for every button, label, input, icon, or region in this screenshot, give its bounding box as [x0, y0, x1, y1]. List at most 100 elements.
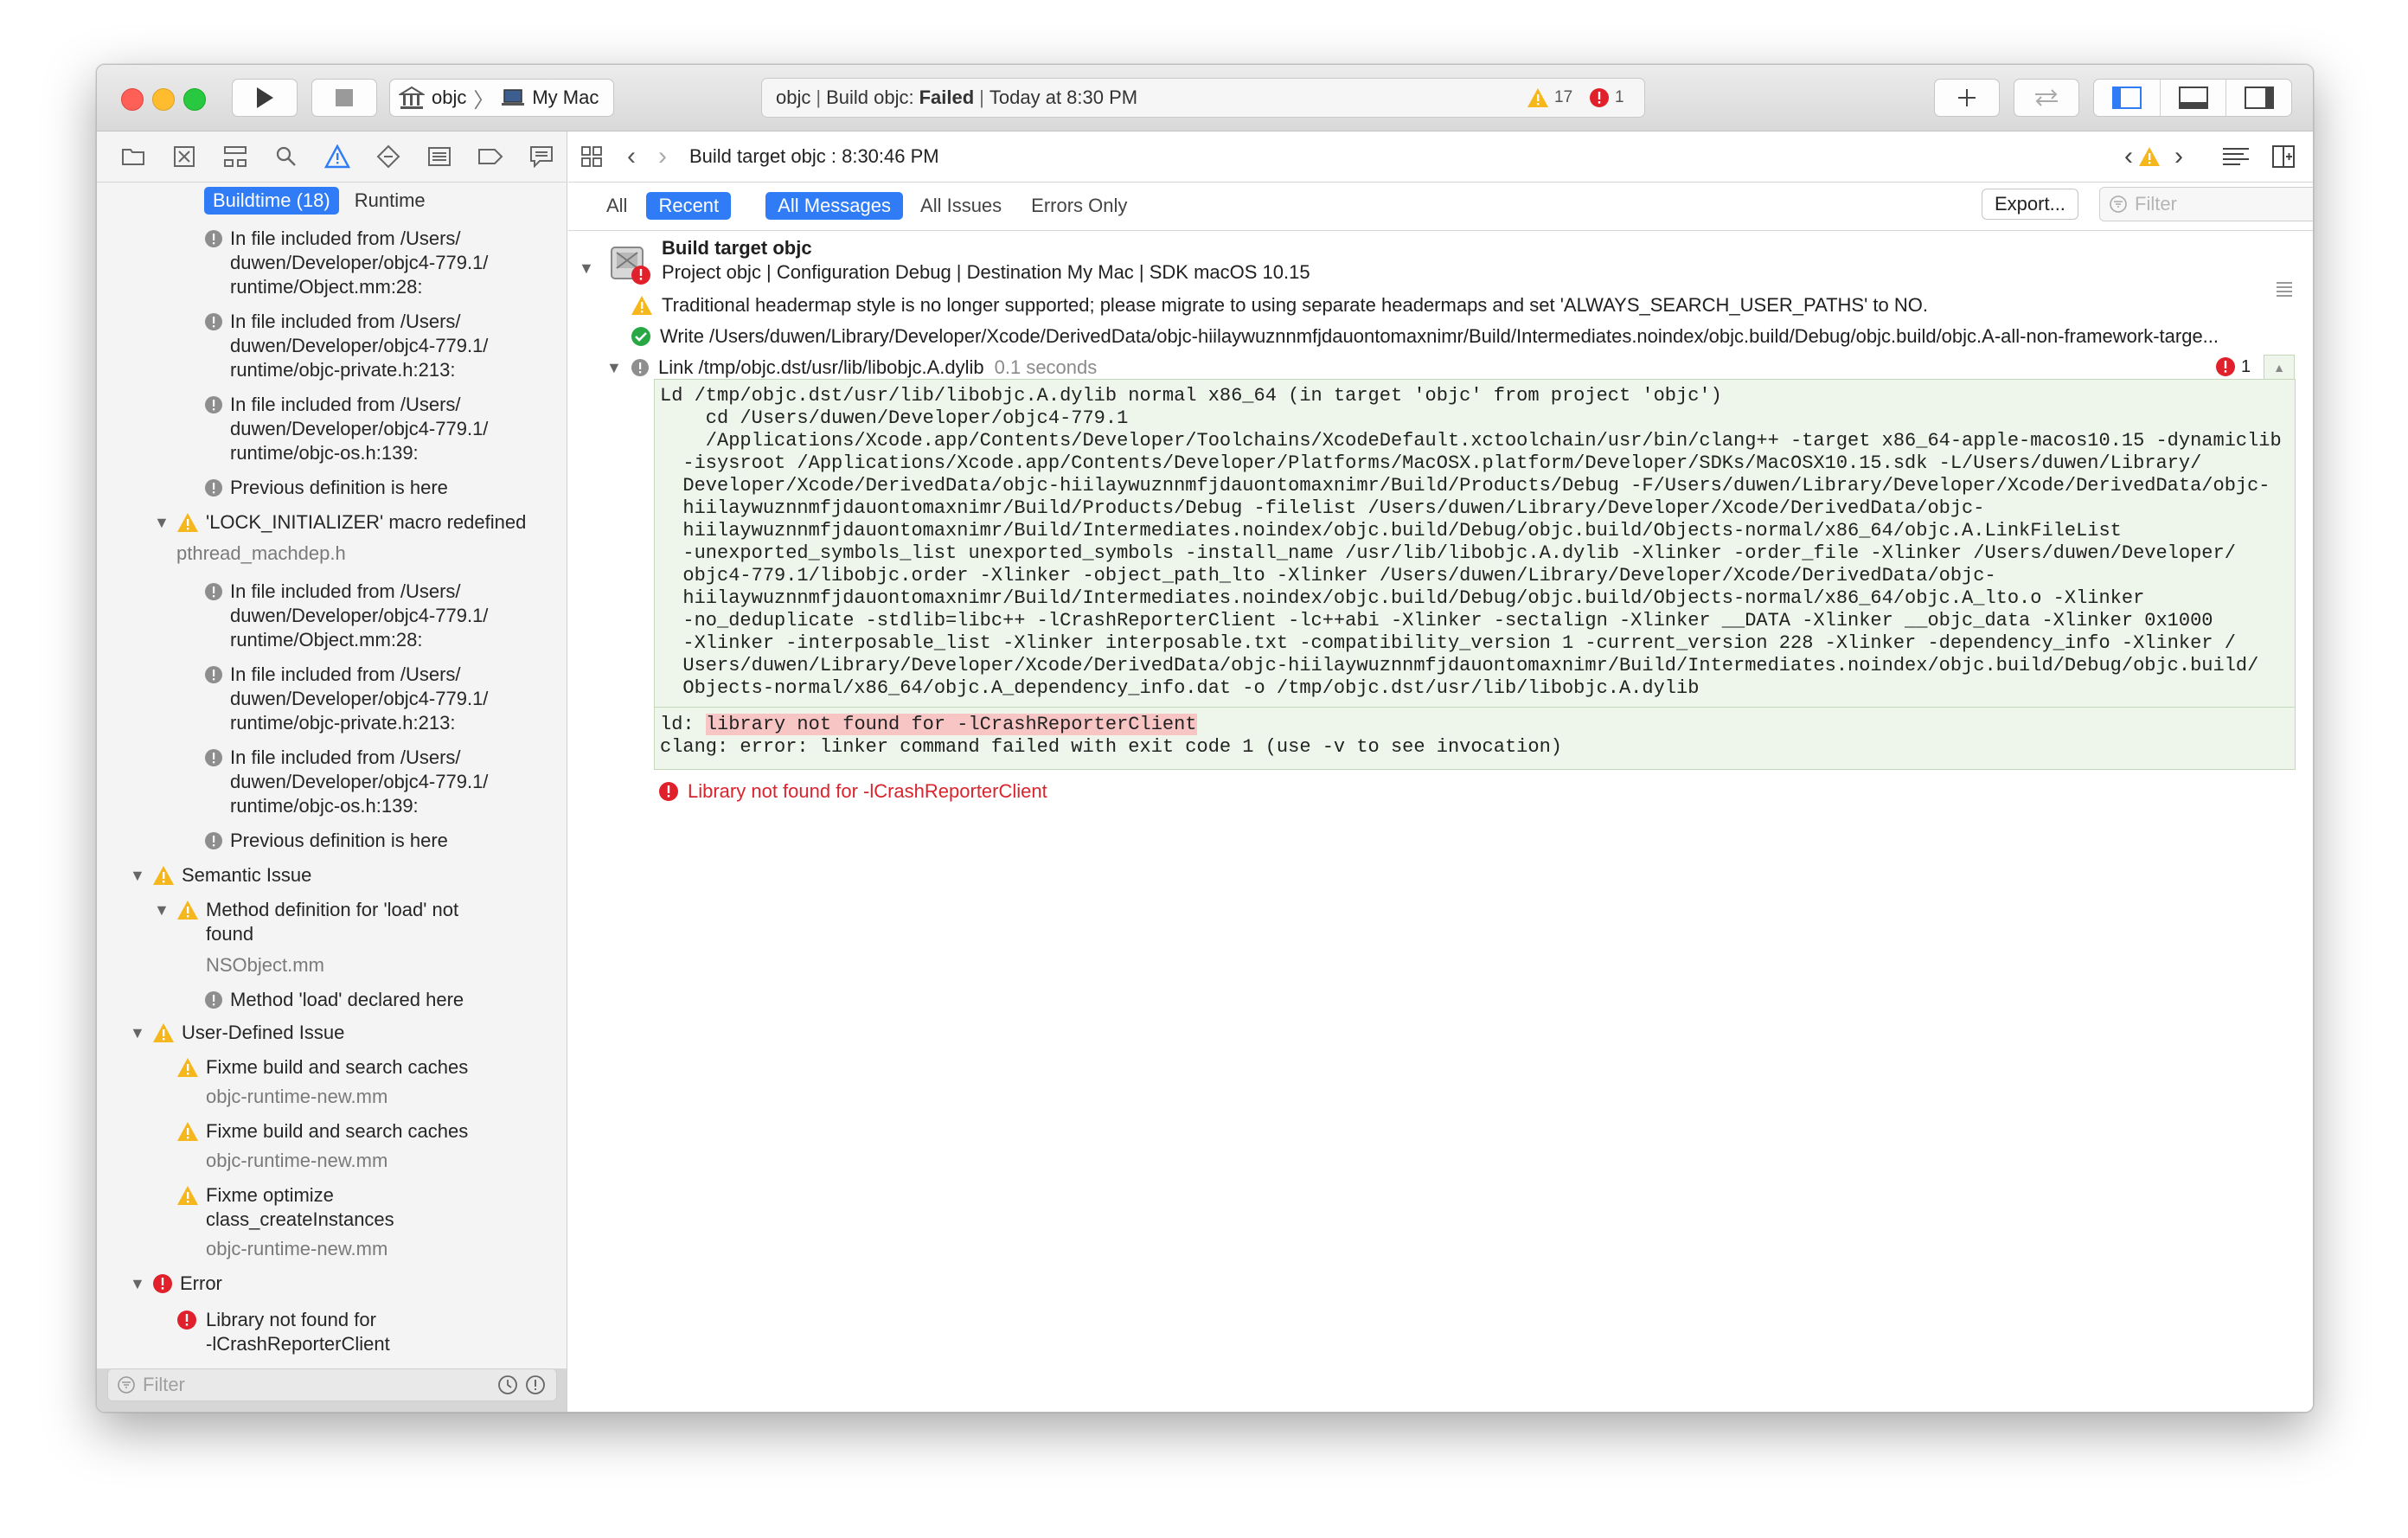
- library-button[interactable]: [1934, 79, 2000, 117]
- command-line[interactable]: objc4-779.1/libobjc.order -Xlinker -obje…: [660, 565, 2295, 587]
- toggle-navigator-button[interactable]: [2094, 80, 2160, 116]
- group-title: Semantic Issue: [182, 864, 312, 886]
- nav-tab-issues[interactable]: [311, 144, 362, 169]
- filter-all[interactable]: All: [594, 192, 639, 220]
- group-row-user-defined-issue[interactable]: ▼ User-Defined Issue: [130, 1021, 344, 1045]
- command-line[interactable]: hiilaywuznnmfjdauontomaxnimr/Build/Produ…: [660, 497, 2295, 520]
- error-counter[interactable]: 1: [1589, 87, 1624, 108]
- filter-recent[interactable]: Recent: [646, 192, 732, 220]
- forward-arrow-icon[interactable]: ›: [658, 142, 667, 171]
- log-row-write[interactable]: Write /Users/duwen/Library/Developer/Xco…: [631, 325, 2309, 348]
- destination-name[interactable]: My Mac: [532, 87, 599, 109]
- command-line[interactable]: hiilaywuznnmfjdauontomaxnimr/Build/Inter…: [660, 520, 2295, 542]
- group-row-semantic-issue[interactable]: ▼ Semantic Issue: [130, 863, 311, 888]
- list-item-selected[interactable]: Library not found for -lCrashReporterCli…: [176, 1308, 390, 1356]
- list-item[interactable]: Fixme build and search caches objc-runti…: [176, 1119, 468, 1173]
- previous-issue-icon[interactable]: ‹: [2124, 142, 2133, 171]
- warning-icon: [177, 900, 198, 920]
- command-line[interactable]: Users/duwen/Library/Developer/Xcode/Deri…: [660, 655, 2295, 677]
- nav-tab-reports[interactable]: [516, 145, 567, 168]
- run-button[interactable]: [232, 79, 298, 117]
- command-line[interactable]: -unexported_symbols_list unexported_symb…: [660, 542, 2295, 565]
- list-item[interactable]: Previous definition is here: [204, 476, 448, 500]
- nav-tab-tests[interactable]: [362, 144, 413, 169]
- minimize-window-button[interactable]: [152, 88, 175, 111]
- toggle-inspector-button[interactable]: [2225, 80, 2291, 116]
- list-item[interactable]: In file included from /Users/ duwen/Deve…: [204, 746, 488, 818]
- scheme-selector[interactable]: objc 〉 My Mac: [389, 79, 614, 117]
- nav-tab-debug[interactable]: [413, 146, 464, 167]
- disclosure-triangle-icon[interactable]: ▼: [130, 1272, 152, 1296]
- list-item[interactable]: Previous definition is here: [204, 829, 448, 853]
- list-item[interactable]: In file included from /Users/ duwen/Deve…: [204, 310, 488, 382]
- command-line[interactable]: hiilaywuznnmfjdauontomaxnimr/Build/Inter…: [660, 587, 2295, 610]
- list-item[interactable]: In file included from /Users/ duwen/Deve…: [204, 663, 488, 735]
- details-lines-icon[interactable]: [2275, 280, 2294, 298]
- command-line[interactable]: /Applications/Xcode.app/Contents/Develop…: [660, 430, 2295, 452]
- link-error-badge[interactable]: 1: [2215, 356, 2251, 377]
- command-line[interactable]: Developer/Xcode/DerivedData/objc-hiilayw…: [660, 475, 2295, 497]
- navigator-filter-field[interactable]: Filter: [107, 1368, 557, 1401]
- list-item[interactable]: ▼ Method definition for 'load' not found…: [154, 898, 458, 977]
- error-count: 1: [1615, 88, 1624, 106]
- log-row-result-error[interactable]: Library not found for -lCrashReporterCli…: [658, 780, 1047, 803]
- filter-all-issues[interactable]: All Issues: [908, 192, 1014, 220]
- filter-errors-only[interactable]: Errors Only: [1019, 192, 1139, 220]
- add-editor-icon[interactable]: [2271, 144, 2296, 169]
- issue-warning-icon[interactable]: [2138, 146, 2161, 167]
- related-items-grid-icon[interactable]: [580, 145, 603, 168]
- command-line[interactable]: cd /Users/duwen/Developer/objc4-779.1: [660, 407, 2295, 430]
- back-arrow-icon[interactable]: ‹: [627, 142, 636, 171]
- link-error-count: 1: [2241, 356, 2251, 376]
- list-item[interactable]: Method 'load' declared here: [204, 988, 464, 1012]
- nav-tab-source-control[interactable]: [158, 145, 209, 168]
- disclosure-triangle-icon[interactable]: ▼: [154, 898, 176, 922]
- nav-tab-symbols[interactable]: [209, 145, 260, 168]
- jump-bar-title[interactable]: Build target objc : 8:30:46 PM: [689, 145, 939, 168]
- code-review-button[interactable]: [2014, 79, 2079, 117]
- command-line[interactable]: Ld /tmp/objc.dst/usr/lib/libobjc.A.dylib…: [660, 385, 2295, 407]
- log-row-link[interactable]: ▼ Link /tmp/objc.dst/usr/lib/libobjc.A.d…: [606, 356, 1097, 379]
- disclosure-triangle-icon[interactable]: ▼: [579, 260, 594, 278]
- scope-tab-buildtime[interactable]: Buildtime (18): [204, 187, 339, 215]
- collapse-transcript-button[interactable]: ▲: [2264, 355, 2295, 380]
- export-button[interactable]: Export...: [1982, 189, 2078, 220]
- list-item[interactable]: In file included from /Users/ duwen/Deve…: [204, 580, 488, 652]
- group-row-error[interactable]: ▼ Error: [130, 1272, 222, 1296]
- command-line[interactable]: Objects-normal/x86_64/objc.A_dependency_…: [660, 677, 2295, 700]
- nav-tab-breakpoints[interactable]: [464, 147, 516, 166]
- recent-clock-icon[interactable]: [497, 1375, 518, 1395]
- clang-error-line[interactable]: clang: error: linker command failed with…: [660, 736, 1562, 759]
- close-window-button[interactable]: [121, 88, 144, 111]
- log-row-headermap-warning[interactable]: Traditional headermap style is no longer…: [631, 294, 1928, 317]
- next-issue-icon[interactable]: ›: [2174, 142, 2183, 171]
- disclosure-triangle-icon[interactable]: ▼: [606, 359, 631, 377]
- ld-error-line[interactable]: ld: library not found for -lCrashReporte…: [660, 714, 1562, 736]
- scope-tab-runtime[interactable]: Runtime: [346, 187, 434, 215]
- command-line[interactable]: -isysroot /Applications/Xcode.app/Conten…: [660, 452, 2295, 475]
- issue-text: Method 'load' declared here: [230, 989, 464, 1010]
- filter-all-messages[interactable]: All Messages: [765, 192, 904, 220]
- list-item[interactable]: In file included from /Users/ duwen/Deve…: [204, 227, 488, 299]
- debug-gauge-icon: [427, 147, 451, 166]
- build-target-title[interactable]: Build target objc: [662, 237, 812, 260]
- list-item[interactable]: ▼ 'LOCK_INITIALIZER' macro redefined pth…: [154, 510, 526, 566]
- warning-counter[interactable]: 17: [1527, 87, 1572, 108]
- disclosure-triangle-icon[interactable]: ▼: [130, 863, 152, 888]
- list-item[interactable]: Fixme build and search caches objc-runti…: [176, 1055, 468, 1109]
- scheme-name[interactable]: objc: [432, 87, 466, 109]
- zoom-window-button[interactable]: [183, 88, 206, 111]
- list-item[interactable]: Fixme optimize class_createInstances obj…: [176, 1183, 394, 1261]
- command-line[interactable]: -Xlinker -interposable_list -Xlinker int…: [660, 632, 2295, 655]
- command-line[interactable]: -no_deduplicate -stdlib=libc++ -lCrashRe…: [660, 610, 2295, 632]
- stop-button[interactable]: [311, 79, 377, 117]
- disclosure-triangle-icon[interactable]: ▼: [154, 510, 176, 535]
- errors-only-filter-icon[interactable]: [525, 1375, 546, 1395]
- list-item[interactable]: In file included from /Users/ duwen/Deve…: [204, 393, 488, 465]
- nav-tab-project[interactable]: [107, 146, 158, 167]
- editor-options-lines-icon[interactable]: [2221, 146, 2251, 167]
- log-filter-field[interactable]: Filter: [2099, 187, 2313, 221]
- toggle-debug-area-button[interactable]: [2160, 80, 2225, 116]
- nav-tab-find[interactable]: [260, 145, 311, 168]
- disclosure-triangle-icon[interactable]: ▼: [130, 1021, 152, 1045]
